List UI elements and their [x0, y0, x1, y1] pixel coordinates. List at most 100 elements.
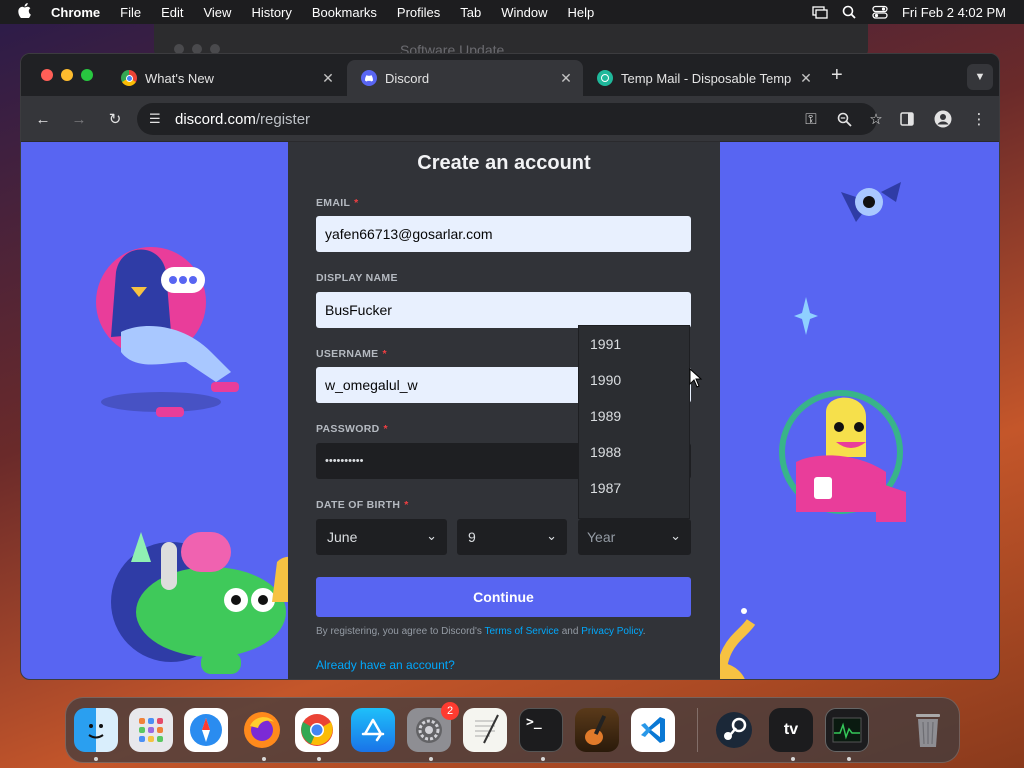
trash-icon[interactable]: [906, 708, 950, 752]
address-bar[interactable]: ☰ discord.com/register ⚿ ☆: [137, 103, 883, 135]
page-content: Create an account EMAIL * yafen66713@gosa…: [21, 142, 999, 679]
back-arrow-icon[interactable]: ←: [33, 109, 53, 129]
zoom-icon[interactable]: [834, 109, 854, 129]
page-title: Create an account: [417, 152, 591, 174]
menu-window[interactable]: Window: [491, 5, 557, 20]
app-store-icon[interactable]: [351, 708, 395, 752]
chrome-icon: [121, 70, 137, 86]
menu-app-name[interactable]: Chrome: [41, 5, 110, 20]
close-window-button[interactable]: [41, 69, 53, 81]
control-center-icon[interactable]: [872, 5, 888, 19]
month-select[interactable]: June ⌄: [316, 519, 447, 555]
chrome-app-icon[interactable]: [295, 708, 339, 752]
running-indicator: [262, 757, 266, 761]
running-indicator: [791, 757, 795, 761]
close-tab-icon[interactable]: ✕: [319, 70, 337, 87]
side-panel-icon[interactable]: [897, 109, 917, 129]
login-link[interactable]: Already have an account?: [316, 658, 455, 672]
screen-mirroring-icon[interactable]: [812, 5, 828, 19]
running-indicator: [317, 757, 321, 761]
terms-prefix: By registering, you agree to Discord's: [316, 626, 485, 637]
year-option[interactable]: 1986: [579, 506, 689, 518]
firefox-icon[interactable]: [240, 708, 284, 752]
running-indicator: [541, 757, 545, 761]
illustration-left-bottom: [111, 532, 301, 674]
tab-discord[interactable]: Discord ✕: [347, 60, 583, 96]
tab-whats-new[interactable]: What's New ✕: [107, 60, 345, 96]
apple-icon[interactable]: [0, 3, 41, 21]
spotlight-search-icon[interactable]: [842, 5, 858, 19]
menu-profiles[interactable]: Profiles: [387, 5, 450, 20]
year-placeholder: Year: [587, 529, 616, 545]
activity-monitor-icon[interactable]: [825, 708, 869, 752]
year-option[interactable]: 1991: [579, 326, 689, 362]
close-tab-icon[interactable]: ✕: [557, 70, 575, 87]
new-tab-button[interactable]: +: [831, 64, 843, 87]
privacy-policy-link[interactable]: Privacy Policy: [581, 626, 643, 637]
browser-window: What's New ✕ Discord ✕ Temp Mail - Dispo…: [20, 53, 1000, 680]
site-info-icon[interactable]: ☰: [149, 111, 165, 127]
required-marker: *: [404, 499, 409, 511]
illustration-right-middle: [779, 390, 906, 522]
tv-label: tv: [783, 721, 799, 738]
day-select[interactable]: 9 ⌄: [457, 519, 567, 555]
profile-avatar-icon[interactable]: [933, 109, 953, 129]
running-indicator: [94, 757, 98, 761]
safari-icon[interactable]: [184, 708, 228, 752]
year-option[interactable]: 1990: [579, 362, 689, 398]
menu-tab[interactable]: Tab: [450, 5, 491, 20]
email-label: EMAIL *: [316, 197, 359, 209]
username-label: USERNAME *: [316, 348, 387, 360]
day-value: 9: [468, 529, 476, 545]
browser-toolbar: ← → ↻ ☰ discord.com/register ⚿ ☆ ⋮: [21, 96, 999, 142]
menu-edit[interactable]: Edit: [151, 5, 193, 20]
terms-of-service-link[interactable]: Terms of Service: [484, 626, 558, 637]
finder-icon[interactable]: [74, 708, 118, 752]
year-option[interactable]: 1987: [579, 470, 689, 506]
zoom-window-button[interactable]: [81, 69, 93, 81]
display-name-label: DISPLAY NAME: [316, 272, 398, 284]
bookmark-star-icon[interactable]: ☆: [866, 109, 886, 129]
chevron-down-icon: ⌄: [670, 528, 681, 543]
password-key-icon[interactable]: ⚿: [801, 109, 821, 129]
vscode-icon[interactable]: [631, 708, 675, 752]
year-dropdown-list[interactable]: 1991 1990 1989 1988 1987 1986: [578, 325, 690, 519]
continue-button[interactable]: Continue: [316, 577, 691, 617]
chrome-menu-icon[interactable]: ⋮: [969, 109, 989, 129]
minimize-window-button[interactable]: [61, 69, 73, 81]
menu-bar: Chrome File Edit View History Bookmarks …: [0, 0, 1024, 24]
textedit-icon[interactable]: [463, 708, 507, 752]
illustration-right-top: [841, 182, 901, 222]
tab-search-chevron-icon[interactable]: ▼: [967, 64, 993, 90]
menu-view[interactable]: View: [193, 5, 241, 20]
tab-temp-mail[interactable]: Temp Mail - Disposable Temp ✕: [583, 60, 823, 96]
display-name-field[interactable]: BusFucker: [316, 292, 691, 328]
chevron-down-icon: ⌄: [426, 528, 437, 543]
mouse-cursor-icon: [689, 368, 703, 388]
garageband-icon[interactable]: [575, 708, 619, 752]
menu-history[interactable]: History: [241, 5, 301, 20]
close-tab-icon[interactable]: ✕: [797, 70, 815, 87]
year-select[interactable]: Year ⌄: [578, 519, 691, 555]
dob-label: DATE OF BIRTH *: [316, 499, 409, 511]
illustration-left-top: [96, 247, 239, 417]
sparkle-icon: [794, 297, 818, 335]
menu-bookmarks[interactable]: Bookmarks: [302, 5, 387, 20]
url-path: /register: [255, 110, 311, 128]
menu-clock[interactable]: Fri Feb 2 4:02 PM: [902, 5, 1006, 20]
menu-help[interactable]: Help: [558, 5, 605, 20]
apple-tv-icon[interactable]: tv: [769, 708, 813, 752]
password-label: PASSWORD *: [316, 423, 388, 435]
forward-arrow-icon[interactable]: →: [69, 109, 89, 129]
year-option[interactable]: 1989: [579, 398, 689, 434]
reload-icon[interactable]: ↻: [105, 109, 125, 129]
year-option[interactable]: 1988: [579, 434, 689, 470]
launchpad-icon[interactable]: [129, 708, 173, 752]
terminal-icon[interactable]: >_: [519, 708, 563, 752]
menu-file[interactable]: File: [110, 5, 151, 20]
discord-icon: [361, 70, 377, 86]
steam-icon[interactable]: [712, 708, 756, 752]
notification-badge: 2: [441, 702, 459, 720]
email-field[interactable]: yafen66713@gosarlar.com: [316, 216, 691, 252]
chevron-down-icon: ⌄: [546, 528, 557, 543]
